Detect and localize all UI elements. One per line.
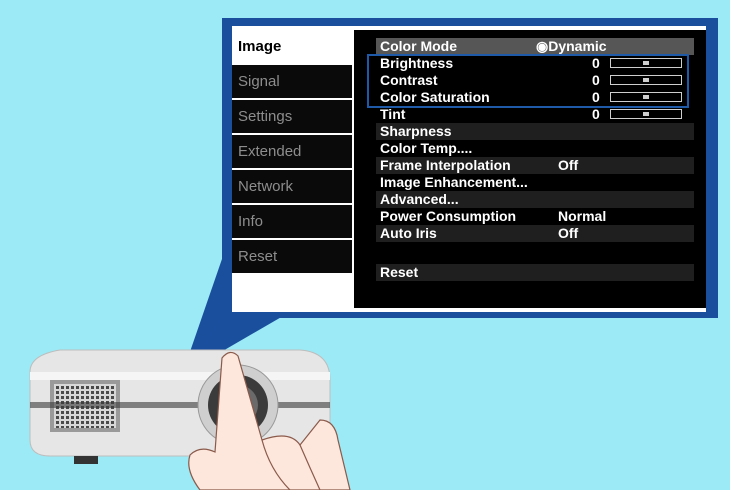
sidebar-item-info[interactable]: Info	[232, 205, 352, 238]
tint-slider[interactable]	[610, 109, 682, 119]
sidebar-item-extended[interactable]: Extended	[232, 135, 352, 168]
image-enhancement-row[interactable]: Image Enhancement...	[376, 174, 694, 191]
slider-knob[interactable]	[643, 112, 649, 116]
dynamic-mode-icon: ◉	[536, 38, 549, 54]
color-mode-row[interactable]: Color Mode ◉Dynamic	[376, 38, 694, 55]
reset-label: Reset	[380, 264, 419, 280]
sidebar-item-network[interactable]: Network	[232, 170, 352, 203]
power-consumption-row[interactable]: Power Consumption Normal	[376, 208, 694, 225]
frame-interpolation-label: Frame Interpolation	[380, 157, 511, 173]
tint-row[interactable]: Tint 0	[376, 106, 694, 123]
auto-iris-label: Auto Iris	[380, 225, 437, 241]
auto-iris-value: Off	[558, 225, 579, 241]
tint-value: 0	[592, 106, 600, 122]
image-enhancement-label: Image Enhancement...	[380, 174, 528, 190]
frame-interpolation-row[interactable]: Frame Interpolation Off	[376, 157, 694, 174]
power-consumption-label: Power Consumption	[380, 208, 517, 224]
power-consumption-value: Normal	[558, 208, 607, 224]
color-temp-label: Color Temp....	[380, 140, 473, 156]
sidebar-item-image[interactable]: Image	[232, 30, 354, 63]
sidebar: Image Signal Settings Extended Network I…	[232, 30, 354, 275]
sidebar-item-signal[interactable]: Signal	[232, 65, 352, 98]
sharpness-row[interactable]: Sharpness	[376, 123, 694, 140]
sidebar-item-reset[interactable]: Reset	[232, 240, 352, 273]
color-mode-label: Color Mode	[380, 38, 457, 54]
color-temp-row[interactable]: Color Temp....	[376, 140, 694, 157]
sharpness-label: Sharpness	[380, 123, 452, 139]
auto-iris-row[interactable]: Auto Iris Off	[376, 225, 694, 242]
tint-label: Tint	[380, 106, 406, 122]
color-mode-value: ◉Dynamic	[536, 38, 607, 54]
advanced-label: Advanced...	[380, 191, 459, 207]
selection-highlight-box	[367, 54, 689, 108]
advanced-row[interactable]: Advanced...	[376, 191, 694, 208]
frame-interpolation-value: Off	[558, 157, 579, 173]
sidebar-item-settings[interactable]: Settings	[232, 100, 352, 133]
reset-row[interactable]: Reset	[376, 264, 694, 281]
